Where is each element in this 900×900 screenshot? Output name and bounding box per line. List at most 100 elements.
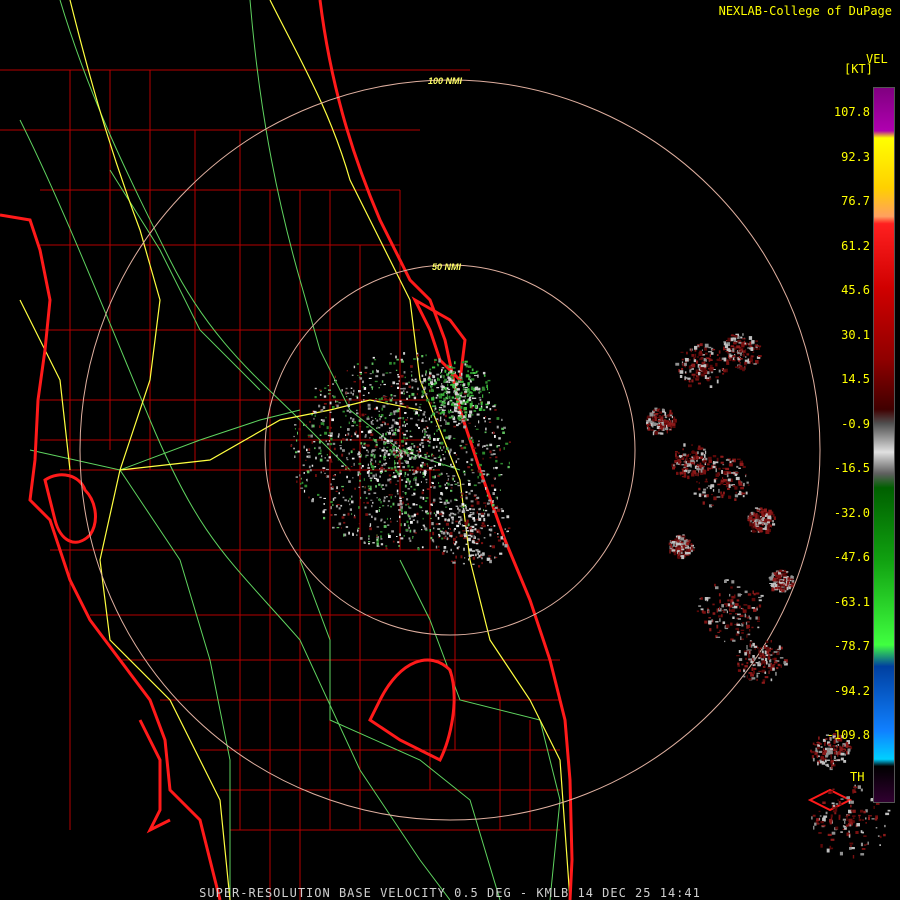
echo-pixel bbox=[460, 492, 462, 494]
echo-pixel bbox=[407, 464, 410, 468]
echo-pixel bbox=[447, 391, 451, 394]
echo-pixel bbox=[416, 512, 419, 516]
echo-pixel bbox=[386, 423, 389, 426]
echo-pixel bbox=[376, 542, 379, 546]
echo-pixel bbox=[735, 633, 739, 636]
echo-pixel bbox=[391, 429, 394, 432]
echo-pixel bbox=[422, 429, 424, 433]
echo-pixel bbox=[367, 467, 370, 469]
echo-pixel bbox=[302, 464, 305, 467]
echo-pixel bbox=[443, 546, 447, 549]
echo-pixel bbox=[478, 517, 482, 521]
echo-pixel bbox=[361, 445, 363, 448]
echo-pixel bbox=[373, 492, 377, 494]
echo-pixel bbox=[740, 486, 744, 490]
echo-pixel bbox=[681, 358, 684, 361]
echo-pixel bbox=[704, 620, 708, 624]
echo-pixel bbox=[408, 517, 411, 520]
echo-pixel bbox=[783, 661, 787, 665]
echo-pixel bbox=[686, 351, 688, 355]
echo-pixel bbox=[768, 509, 772, 514]
echo-pixel bbox=[506, 515, 510, 519]
echo-pixel bbox=[332, 442, 336, 445]
echo-pixel bbox=[455, 460, 457, 464]
echo-pixel bbox=[819, 815, 822, 817]
echo-pixel bbox=[296, 480, 298, 483]
echo-pixel bbox=[749, 522, 752, 527]
credit-link[interactable]: NEXLAB-College of DuPage bbox=[719, 4, 892, 18]
echo-pixel bbox=[432, 405, 435, 408]
echo-pixel bbox=[378, 460, 382, 463]
echo-pixel bbox=[700, 364, 704, 368]
echo-pixel bbox=[465, 451, 468, 454]
echo-pixel bbox=[759, 511, 762, 514]
echo-pixel bbox=[492, 510, 495, 513]
echo-pixel bbox=[361, 400, 363, 403]
echo-pixel bbox=[688, 470, 691, 474]
echo-pixel bbox=[411, 443, 414, 445]
echo-pixel bbox=[770, 524, 772, 528]
echo-pixel bbox=[474, 494, 477, 496]
echo-pixel bbox=[407, 447, 410, 450]
echo-pixel bbox=[402, 491, 404, 493]
echo-pixel bbox=[425, 416, 427, 419]
echo-pixel bbox=[407, 417, 409, 419]
echo-pixel bbox=[765, 654, 769, 657]
echo-pixel bbox=[727, 599, 730, 602]
echo-pixel bbox=[350, 387, 353, 389]
echo-pixel bbox=[472, 511, 475, 515]
echo-pixel bbox=[374, 439, 377, 442]
echo-pixel bbox=[425, 373, 427, 376]
echo-pixel bbox=[362, 380, 364, 384]
echo-pixel bbox=[702, 501, 705, 505]
echo-pixel bbox=[443, 375, 445, 379]
echo-pixel bbox=[684, 460, 686, 463]
echo-pixel bbox=[471, 401, 473, 404]
roads-green bbox=[19, 0, 561, 900]
echo-pixel bbox=[299, 482, 302, 485]
echo-pixel bbox=[444, 409, 446, 411]
echo-pixel bbox=[339, 471, 341, 474]
echo-pixel bbox=[675, 451, 678, 453]
echo-pixel bbox=[293, 447, 295, 450]
echo-pixel bbox=[753, 662, 756, 665]
echo-pixel bbox=[453, 480, 456, 482]
echo-pixel bbox=[408, 481, 411, 485]
echo-pixel bbox=[768, 648, 771, 652]
echo-pixel bbox=[762, 647, 764, 651]
echo-pixel bbox=[360, 454, 362, 457]
echo-pixel bbox=[738, 341, 742, 344]
echo-pixel bbox=[687, 453, 690, 457]
echo-pixel bbox=[388, 494, 391, 496]
echo-pixel bbox=[764, 645, 766, 649]
echo-pixel bbox=[477, 475, 479, 479]
echo-pixel bbox=[763, 512, 765, 515]
echo-pixel bbox=[667, 423, 669, 427]
echo-pixel bbox=[461, 503, 465, 506]
echo-pixel bbox=[485, 406, 488, 409]
legend-tick: -94.2 bbox=[833, 683, 870, 698]
echo-pixel bbox=[454, 406, 458, 410]
echo-pixel bbox=[408, 537, 411, 540]
echo-pixel bbox=[434, 407, 437, 410]
echo-pixel bbox=[403, 390, 405, 393]
echo-pixel bbox=[461, 510, 464, 513]
echo-pixel bbox=[421, 419, 424, 422]
echo-pixel bbox=[438, 449, 440, 452]
echo-pixel bbox=[380, 384, 382, 386]
echo-pixel bbox=[401, 360, 404, 363]
echo-pixel bbox=[450, 463, 452, 466]
echo-pixel bbox=[396, 489, 399, 493]
echo-pixel bbox=[450, 489, 453, 492]
echo-pixel bbox=[685, 547, 688, 549]
echo-pixel bbox=[851, 822, 853, 826]
echo-pixel bbox=[693, 376, 695, 379]
echo-pixel bbox=[381, 380, 384, 383]
echo-pixel bbox=[851, 847, 855, 850]
echo-pixel bbox=[745, 475, 747, 478]
echo-pixel bbox=[435, 545, 438, 549]
echo-pixel bbox=[464, 396, 466, 399]
echo-pixel bbox=[328, 432, 331, 434]
echo-pixel bbox=[502, 536, 505, 539]
echo-pixel bbox=[470, 386, 474, 390]
